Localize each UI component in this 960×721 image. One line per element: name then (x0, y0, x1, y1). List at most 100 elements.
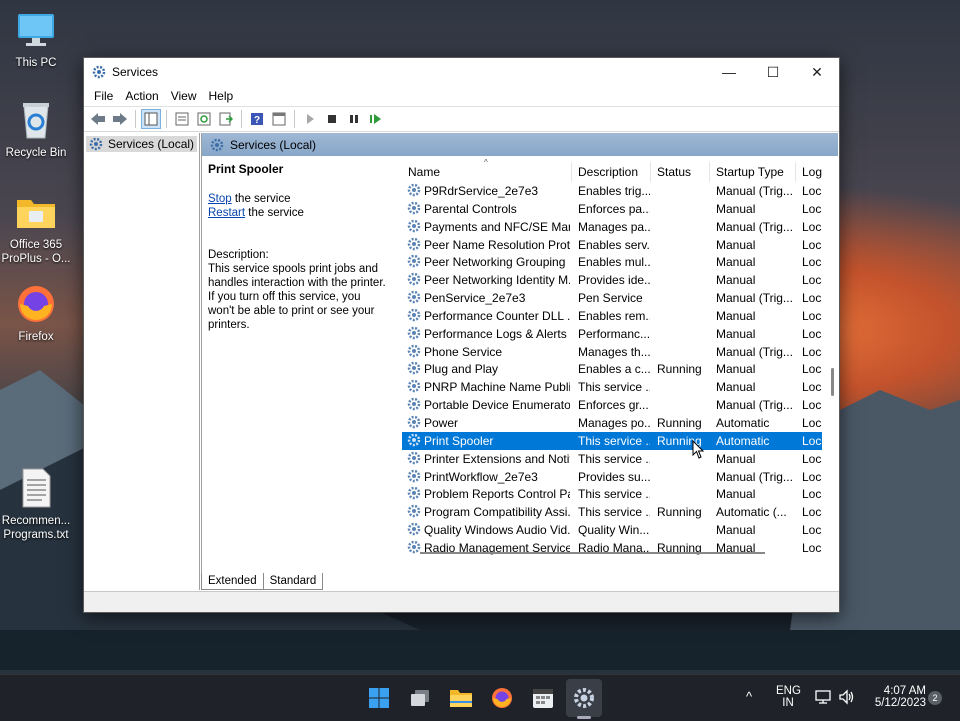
pause-service-icon[interactable] (344, 109, 364, 129)
toolbar: ? (84, 107, 839, 132)
show-hide-console-tree-icon[interactable] (141, 109, 161, 129)
calendar-app-icon[interactable] (530, 685, 556, 711)
menu-file[interactable]: File (88, 89, 119, 103)
cell-startup: Automatic (716, 433, 770, 448)
cell-log: Loca (802, 469, 822, 484)
help-icon[interactable]: ? (247, 109, 267, 129)
table-row[interactable]: Power Manages po... Running Automatic Loca (402, 414, 822, 432)
menu-help[interactable]: Help (203, 89, 240, 103)
table-row[interactable]: PenService_2e7e3 Pen Service Manual (Trig.… (402, 289, 822, 307)
desktop-icon-this-pc[interactable]: This PC (0, 8, 74, 70)
title-bar[interactable]: Services — ☐ ✕ (84, 58, 839, 86)
refresh-icon[interactable] (194, 109, 214, 129)
back-icon[interactable] (88, 109, 108, 129)
column-header-status[interactable]: Status (651, 162, 710, 182)
service-gear-icon (407, 308, 421, 322)
cell-status: Running (657, 362, 702, 377)
start-service-icon[interactable] (300, 109, 320, 129)
cell-desc: Manages th... (578, 344, 650, 359)
close-button[interactable]: ✕ (795, 58, 839, 86)
console-icon[interactable] (269, 109, 289, 129)
table-row[interactable]: Program Compatibility Assi... This servic… (402, 503, 822, 521)
service-gear-icon (407, 326, 421, 339)
table-row[interactable]: Radio Management Service Radio Mana... Run… (402, 539, 822, 557)
file-explorer-icon[interactable] (448, 685, 474, 711)
properties-icon[interactable] (172, 109, 192, 129)
restart-service-link[interactable]: Restart (208, 207, 245, 219)
desktop-icon-recycle-bin[interactable]: Recycle Bin (0, 98, 74, 160)
services-taskbar-button[interactable] (566, 679, 602, 717)
menu-bar: File Action View Help (84, 86, 839, 107)
menu-view[interactable]: View (165, 89, 203, 103)
table-row[interactable]: P9RdrService_2e7e3 Enables trig... Manual … (402, 182, 822, 200)
maximize-button[interactable]: ☐ (751, 58, 795, 86)
table-row[interactable]: Problem Reports Control Pa... This servic… (402, 485, 822, 503)
cell-startup: Manual (Trig... (716, 184, 793, 198)
cell-startup: Manual (716, 273, 756, 288)
cell-log: Loca (802, 219, 822, 234)
cell-log: Loca (802, 326, 822, 341)
firefox-icon[interactable] (489, 685, 515, 711)
cell-desc: Manages po... (578, 415, 650, 430)
column-header-startup-type[interactable]: Startup Type (710, 162, 796, 182)
table-row[interactable]: Portable Device Enumerator... Enforces gr… (402, 396, 822, 414)
table-row[interactable]: Performance Counter DLL ... Enables rem..… (402, 307, 822, 325)
tray-overflow-chevron[interactable]: ^ (746, 689, 752, 704)
minimize-button[interactable]: — (707, 58, 751, 86)
tab-standard[interactable]: Standard (262, 572, 324, 590)
column-header-name[interactable]: Name (402, 162, 572, 182)
cell-name: Plug and Play (424, 362, 499, 377)
column-header-log-on-as[interactable]: Log (796, 162, 826, 182)
start-icon[interactable] (366, 685, 392, 711)
menu-action[interactable]: Action (119, 89, 164, 103)
network-icon[interactable] (814, 689, 832, 708)
cell-name: Peer Networking Identity M... (424, 273, 570, 288)
notification-badge[interactable]: 2 (928, 691, 942, 705)
table-row[interactable]: Peer Name Resolution Prot... Enables serv… (402, 236, 822, 254)
language-indicator[interactable]: ENG IN (776, 685, 801, 709)
cell-startup: Manual (716, 326, 756, 341)
desktop-icon-recommended-programs[interactable]: Recommen... Programs.txt (0, 466, 74, 542)
volume-icon[interactable] (838, 689, 856, 708)
column-header-description[interactable]: Description (572, 162, 651, 182)
table-row[interactable]: Parental Controls Enforces pa... Manual Loc… (402, 200, 822, 218)
vertical-scrollbar[interactable] (826, 182, 838, 562)
desktop-icon-firefox[interactable]: Firefox (0, 282, 74, 344)
table-row[interactable]: Performance Logs & Alerts Performanc... Ma… (402, 325, 822, 343)
table-row[interactable]: Peer Networking Grouping Enables mul... Ma… (402, 253, 822, 271)
export-list-icon[interactable] (216, 109, 236, 129)
table-row[interactable]: Payments and NFC/SE Man... Manages pa... M… (402, 218, 822, 236)
stop-service-icon[interactable] (322, 109, 342, 129)
table-row[interactable]: Printer Extensions and Notif... This serv… (402, 450, 822, 468)
tab-extended[interactable]: Extended (201, 572, 264, 590)
horizontal-scrollbar[interactable] (420, 552, 765, 554)
table-row[interactable]: PNRP Machine Name Publi... This service .… (402, 378, 822, 396)
clock[interactable]: 4:07 AM 5/12/2023 (866, 685, 926, 709)
restart-service-icon[interactable] (366, 109, 386, 129)
view-tabs: Extended Standard (201, 572, 324, 590)
task-view-icon[interactable] (407, 685, 433, 711)
tree-item-services-local[interactable]: Services (Local) (86, 136, 197, 152)
service-gear-icon (407, 362, 421, 375)
desktop-icon-label-line2: ProPlus - O... (1, 253, 71, 265)
restart-link-suffix: the service (245, 207, 304, 219)
cell-desc: Enables serv... (578, 237, 650, 252)
table-row[interactable]: Quality Windows Audio Vid... Quality Win.… (402, 521, 822, 539)
table-row[interactable]: PrintWorkflow_2e7e3 Provides su... Manual … (402, 468, 822, 486)
forward-icon[interactable] (110, 109, 130, 129)
cell-desc: Provides su... (578, 469, 650, 484)
service-gear-icon (407, 433, 421, 447)
cell-status: Running (657, 505, 702, 520)
svg-text:?: ? (254, 115, 260, 126)
services-list: ^ Name Description Status Startup Type L… (402, 156, 838, 566)
table-row[interactable]: Peer Networking Identity M... Provides id… (402, 271, 822, 289)
stop-service-link[interactable]: Stop (208, 193, 232, 205)
desktop-icon-office-365[interactable]: Office 365 ProPlus - O... (0, 190, 74, 266)
table-row[interactable]: Print Spooler This service ... Running Auto… (402, 431, 822, 450)
taskbar: ^ ENG IN 4:07 AM 5/12/2023 2 (0, 674, 960, 721)
table-row[interactable]: Phone Service Manages th... Manual (Trig..… (402, 343, 822, 361)
cell-startup: Manual (716, 451, 756, 466)
cell-desc: Quality Win... (578, 523, 650, 538)
table-row[interactable]: Plug and Play Enables a c... Running Manual… (402, 360, 822, 378)
scrollbar-thumb[interactable] (831, 368, 834, 396)
